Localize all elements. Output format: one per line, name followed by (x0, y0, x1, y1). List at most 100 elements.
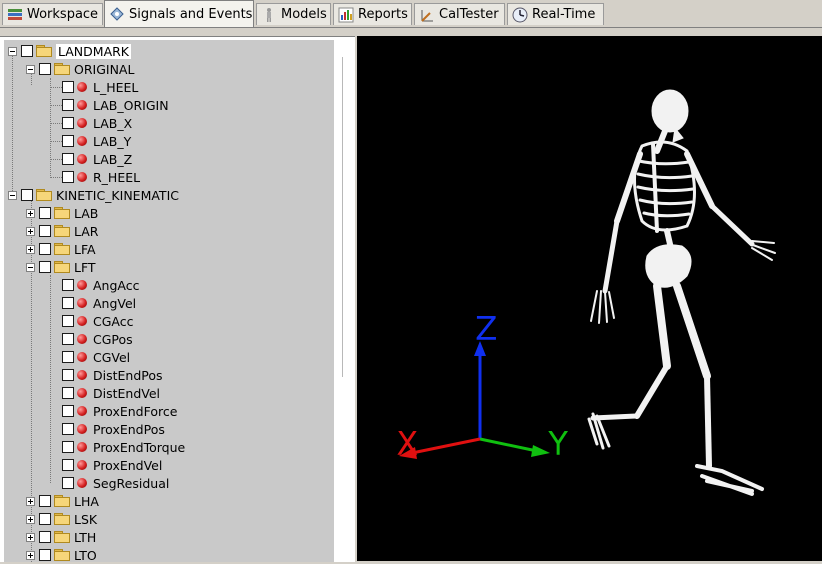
checkbox[interactable] (62, 135, 74, 147)
checkbox[interactable] (62, 279, 74, 291)
tree-leaf-distendpos[interactable]: DistEndPos (62, 366, 163, 384)
tree-leaf-distendvel[interactable]: DistEndVel (62, 384, 160, 402)
tab-real-time[interactable]: Real-Time (507, 3, 604, 25)
expand-toggle[interactable] (26, 514, 35, 524)
tree-node-landmark[interactable]: LANDMARK (8, 42, 131, 60)
tab-caltester[interactable]: CalTester (414, 3, 505, 25)
checkbox[interactable] (62, 369, 74, 381)
tree-scrollbar-area[interactable] (334, 37, 355, 562)
checkbox[interactable] (62, 405, 74, 417)
checkbox[interactable] (62, 423, 74, 435)
tree-leaf-proxendvel[interactable]: ProxEndVel (62, 456, 162, 474)
tree-leaf-cgvel[interactable]: CGVel (62, 348, 130, 366)
checkbox[interactable] (62, 333, 74, 345)
tab-label: Reports (358, 7, 408, 22)
tree-node-lft[interactable]: LFT (26, 258, 96, 276)
checkbox[interactable] (62, 99, 74, 111)
folder-icon (54, 243, 70, 255)
tree-leaf-lab-z[interactable]: LAB_Z (62, 150, 132, 168)
tree-node-lsk[interactable]: LSK (26, 510, 97, 528)
folder-icon (54, 531, 70, 543)
expand-toggle[interactable] (26, 244, 35, 254)
tree-leaf-proxendforce[interactable]: ProxEndForce (62, 402, 177, 420)
tree-node-kinetic-kinematic[interactable]: KINETIC_KINEMATIC (8, 186, 179, 204)
checkbox[interactable] (62, 153, 74, 165)
checkbox[interactable] (62, 81, 74, 93)
tree-node-lth[interactable]: LTH (26, 528, 96, 546)
folder-icon (54, 225, 70, 237)
signal-dot-icon (77, 388, 87, 398)
expand-toggle[interactable] (26, 550, 35, 560)
checkbox[interactable] (62, 117, 74, 129)
checkbox[interactable] (62, 477, 74, 489)
signal-dot-icon (77, 316, 87, 326)
tree-leaf-cgacc[interactable]: CGAcc (62, 312, 134, 330)
checkbox[interactable] (62, 387, 74, 399)
tree-leaf-r-heel[interactable]: R_HEEL (62, 168, 140, 186)
y-axis-line (479, 437, 538, 453)
checkbox[interactable] (39, 63, 51, 75)
tree-leaf-label: SegResidual (93, 475, 170, 491)
tree-leaf-label: CGAcc (93, 313, 134, 329)
tree-leaf-proxendpos[interactable]: ProxEndPos (62, 420, 165, 438)
tree-node-label: LANDMARK (56, 43, 131, 59)
tree-leaf-cgpos[interactable]: CGPos (62, 330, 133, 348)
tree-leaf-label: LAB_ORIGIN (93, 97, 169, 113)
models-icon (261, 7, 277, 23)
tree-leaf-lab-x[interactable]: LAB_X (62, 114, 132, 132)
expand-toggle[interactable] (26, 532, 35, 542)
3d-viewport[interactable]: Z Y X (357, 36, 822, 561)
checkbox[interactable] (62, 315, 74, 327)
tree-node-original[interactable]: ORIGINAL (26, 60, 134, 78)
collapse-toggle[interactable] (8, 190, 17, 200)
checkbox[interactable] (62, 297, 74, 309)
expand-toggle[interactable] (26, 226, 35, 236)
tab-workspace[interactable]: Workspace (2, 3, 103, 25)
checkbox[interactable] (39, 225, 51, 237)
tree-leaf-lab-origin[interactable]: LAB_ORIGIN (62, 96, 169, 114)
tree-node-label: LSK (74, 511, 98, 527)
checkbox[interactable] (39, 261, 51, 273)
tree-node-lar[interactable]: LAR (26, 222, 99, 240)
tree-node-lha[interactable]: LHA (26, 492, 99, 510)
checkbox[interactable] (62, 441, 74, 453)
signal-dot-icon (77, 334, 87, 344)
tree-leaf-angacc[interactable]: AngAcc (62, 276, 139, 294)
x-axis-label: X (397, 427, 418, 462)
tree-leaf-angvel[interactable]: AngVel (62, 294, 136, 312)
checkbox[interactable] (21, 189, 33, 201)
folder-icon (54, 513, 70, 525)
checkbox[interactable] (39, 513, 51, 525)
checkbox[interactable] (39, 549, 51, 561)
signal-dot-icon (77, 118, 87, 128)
checkbox[interactable] (39, 495, 51, 507)
tree-leaf-l-heel[interactable]: L_HEEL (62, 78, 138, 96)
collapse-toggle[interactable] (26, 262, 35, 272)
expand-toggle[interactable] (26, 496, 35, 506)
checkbox[interactable] (62, 351, 74, 363)
tree-node-lab[interactable]: LAB (26, 204, 98, 222)
tab-signals-and-events[interactable]: Signals and Events (104, 0, 254, 27)
tree-scrollbar-track[interactable] (342, 57, 343, 377)
tree-leaf-proxendtorque[interactable]: ProxEndTorque (62, 438, 185, 456)
tree-leaf-segresidual[interactable]: SegResidual (62, 474, 169, 492)
checkbox[interactable] (62, 171, 74, 183)
tab-models[interactable]: Models (256, 3, 331, 25)
tree-node-lfa[interactable]: LFA (26, 240, 96, 258)
checkbox[interactable] (62, 459, 74, 471)
signals-icon (109, 6, 125, 22)
checkbox[interactable] (21, 45, 33, 57)
tree-leaf-lab-y[interactable]: LAB_Y (62, 132, 131, 150)
collapse-toggle[interactable] (8, 46, 17, 56)
checkbox[interactable] (39, 243, 51, 255)
checkbox[interactable] (39, 531, 51, 543)
tree-node-lto[interactable]: LTO (26, 546, 97, 564)
x-axis-line (411, 437, 481, 455)
collapse-toggle[interactable] (26, 64, 35, 74)
signal-dot-icon (77, 100, 87, 110)
skeleton-model (587, 89, 776, 496)
checkbox[interactable] (39, 207, 51, 219)
viewport-canvas[interactable]: Z Y X (357, 36, 822, 561)
expand-toggle[interactable] (26, 208, 35, 218)
tab-reports[interactable]: Reports (333, 3, 412, 25)
